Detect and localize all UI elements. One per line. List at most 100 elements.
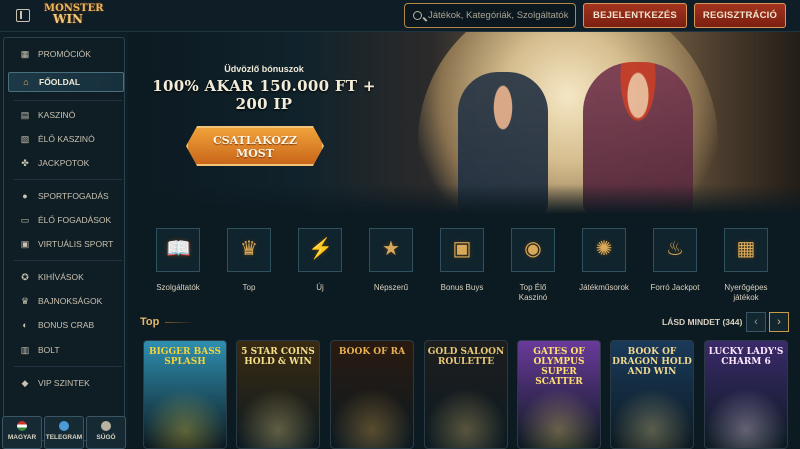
sidebar-item-label: KIHÍVÁSOK	[38, 272, 84, 282]
promo-title: 100% AKAR 150.000 FT + 200 IP	[128, 77, 400, 113]
game-card[interactable]: BOOK OF RA	[330, 340, 414, 449]
sidebar-item-label: SPORTFOGADÁS	[38, 191, 109, 201]
category-label: Népszerű	[373, 283, 409, 292]
category-label: Játékműsorok	[579, 283, 629, 292]
help-label: SÚGÓ	[96, 434, 116, 441]
sidebar-item-casino[interactable]: ▤ KASZINÓ	[8, 105, 124, 125]
sidebar-item-label: ÉLŐ KASZINÓ	[38, 134, 95, 144]
sidebar-item-promotions[interactable]: ▦ PROMÓCIÓK	[8, 44, 124, 64]
help-button[interactable]: SÚGÓ	[86, 416, 126, 449]
sidebar-item-label: PROMÓCIÓK	[38, 49, 91, 59]
lightning-icon: ⚡	[308, 238, 333, 260]
star-icon: ★	[382, 238, 400, 260]
wheel-icon: ✺	[595, 238, 613, 260]
sidebar-item-label: BAJNOKSÁGOK	[38, 296, 103, 306]
game-title: 5 STAR COINS HOLD & WIN	[241, 347, 315, 367]
shop-icon: ▥	[20, 345, 30, 355]
search-input[interactable]	[428, 10, 575, 21]
sidebar-item-label: BONUS CRAB	[38, 320, 95, 330]
sidebar-item-virtual-sports[interactable]: ▣ VIRTUÁLIS SPORT	[8, 234, 124, 254]
game-art	[237, 388, 319, 448]
sidebar-item-vip-levels[interactable]: ◆ VIP SZINTEK	[8, 373, 124, 393]
telegram-icon	[59, 421, 69, 431]
sidebar-item-label: JACKPOTOK	[38, 158, 90, 168]
sidebar-item-sportsbook[interactable]: ● SPORTFOGADÁS	[8, 186, 124, 206]
home-icon: ⌂	[23, 77, 29, 87]
register-button[interactable]: REGISZTRÁCIÓ	[694, 3, 786, 28]
logo-text-line2: WIN	[52, 12, 84, 26]
screen-icon: ▣	[20, 239, 30, 249]
see-all-link[interactable]: LÁSD MINDET (344)	[662, 317, 742, 327]
promo-subtitle: Üdvözlő bónuszok	[224, 64, 304, 74]
trophy-icon: ♛	[20, 296, 30, 306]
game-card[interactable]: GOLD SALOON ROULETTE	[424, 340, 508, 449]
category-label: Forró Jackpot	[650, 283, 700, 292]
live-icon: ▭	[20, 215, 30, 225]
category-label: Nyerőgépes játékok	[724, 283, 768, 302]
sidebar-item-bonus-crab[interactable]: ◐ BONUS CRAB	[8, 315, 124, 335]
divider	[14, 179, 122, 180]
game-title: BIGGER BASS SPLASH	[148, 347, 222, 367]
gift-icon: ▦	[20, 49, 30, 59]
game-card[interactable]: BOOK OF DRAGON HOLD AND WIN	[610, 340, 694, 449]
promo-banner[interactable]: Üdvözlő bónuszok 100% AKAR 150.000 FT + …	[128, 32, 800, 214]
category-label: Új	[316, 283, 324, 292]
sidebar-toggle-icon[interactable]	[16, 9, 30, 22]
logo[interactable]: MONSTER WIN	[44, 3, 104, 29]
diamond-icon: ◆	[21, 378, 29, 388]
flag-hu-icon	[17, 421, 27, 431]
cta-line1: CSATLAKOZZ	[213, 134, 297, 147]
join-now-button[interactable]: CSATLAKOZZ MOST	[186, 126, 324, 166]
sidebar-item-jackpots[interactable]: ✤ JACKPOTOK	[8, 153, 124, 173]
sidebar-item-label: FŐOLDAL	[39, 77, 81, 87]
game-art	[611, 388, 693, 448]
help-icon	[101, 421, 111, 431]
sidebar-item-label: VIP SZINTEK	[38, 378, 90, 388]
cta-line2: MOST	[236, 147, 274, 160]
game-title: LUCKY LADY'S CHARM 6	[708, 347, 784, 367]
next-arrow-button[interactable]: ›	[769, 312, 789, 332]
prev-arrow-button[interactable]: ‹	[746, 312, 766, 332]
sidebar-item-home[interactable]: ⌂ FŐOLDAL	[8, 72, 124, 92]
medal-icon: ✪	[21, 272, 29, 282]
section-title-line	[165, 321, 196, 323]
sidebar-item-label: VIRTUÁLIS SPORT	[38, 239, 114, 249]
section-title: Top	[140, 316, 196, 328]
category-label: Top	[242, 283, 256, 292]
game-title: GATES OF OLYMPUS SUPER SCATTER	[533, 347, 585, 387]
game-card[interactable]: BIGGER BASS SPLASH	[143, 340, 227, 449]
sidebar-item-challenges[interactable]: ✪ KIHÍVÁSOK	[8, 267, 124, 287]
category-label: Top Élő Kaszinó	[518, 283, 548, 302]
game-title: BOOK OF DRAGON HOLD AND WIN	[612, 347, 692, 377]
game-title: GOLD SALOON ROULETTE	[427, 347, 505, 367]
game-card[interactable]: GATES OF OLYMPUS SUPER SCATTER	[517, 340, 601, 449]
flame-icon: ♨	[666, 238, 684, 260]
cards-icon: ▧	[20, 134, 30, 144]
chest-icon: ▣	[452, 238, 472, 260]
crab-icon: ◐	[22, 320, 28, 330]
sidebar-item-shop[interactable]: ▥ BOLT	[8, 340, 124, 360]
game-art	[425, 388, 507, 448]
login-button[interactable]: BEJELENTKEZÉS	[583, 3, 687, 28]
search-box[interactable]	[404, 3, 576, 28]
sidebar-nav-box: ▦ PROMÓCIÓK ⌂ FŐOLDAL ▤ KASZINÓ ▧ ÉLŐ KA…	[3, 37, 125, 441]
language-label: MAGYAR	[7, 434, 37, 441]
game-title: BOOK OF RA	[338, 347, 406, 357]
game-art	[331, 388, 413, 448]
sidebar-item-live-bets[interactable]: ▭ ÉLŐ FOGADÁSOK	[8, 210, 124, 230]
language-button[interactable]: MAGYAR	[2, 416, 42, 449]
clover-icon: ✤	[21, 158, 29, 168]
sidebar-item-live-casino[interactable]: ▧ ÉLŐ KASZINÓ	[8, 129, 124, 149]
section-title-text: Top	[140, 316, 160, 328]
game-art	[518, 388, 600, 448]
game-card[interactable]: 5 STAR COINS HOLD & WIN	[236, 340, 320, 449]
slot-machine-icon: ▦	[736, 238, 756, 260]
crown-icon: ♛	[240, 238, 258, 260]
main-content: Üdvözlő bónuszok 100% AKAR 150.000 FT + …	[128, 32, 800, 449]
sidebar-item-label: KASZINÓ	[38, 110, 76, 120]
sidebar: ▦ PROMÓCIÓK ⌂ FŐOLDAL ▤ KASZINÓ ▧ ÉLŐ KA…	[0, 32, 128, 449]
game-card[interactable]: LUCKY LADY'S CHARM 6	[704, 340, 788, 449]
divider	[14, 260, 122, 261]
telegram-button[interactable]: TELEGRAM	[44, 416, 84, 449]
sidebar-item-tournaments[interactable]: ♛ BAJNOKSÁGOK	[8, 291, 124, 311]
